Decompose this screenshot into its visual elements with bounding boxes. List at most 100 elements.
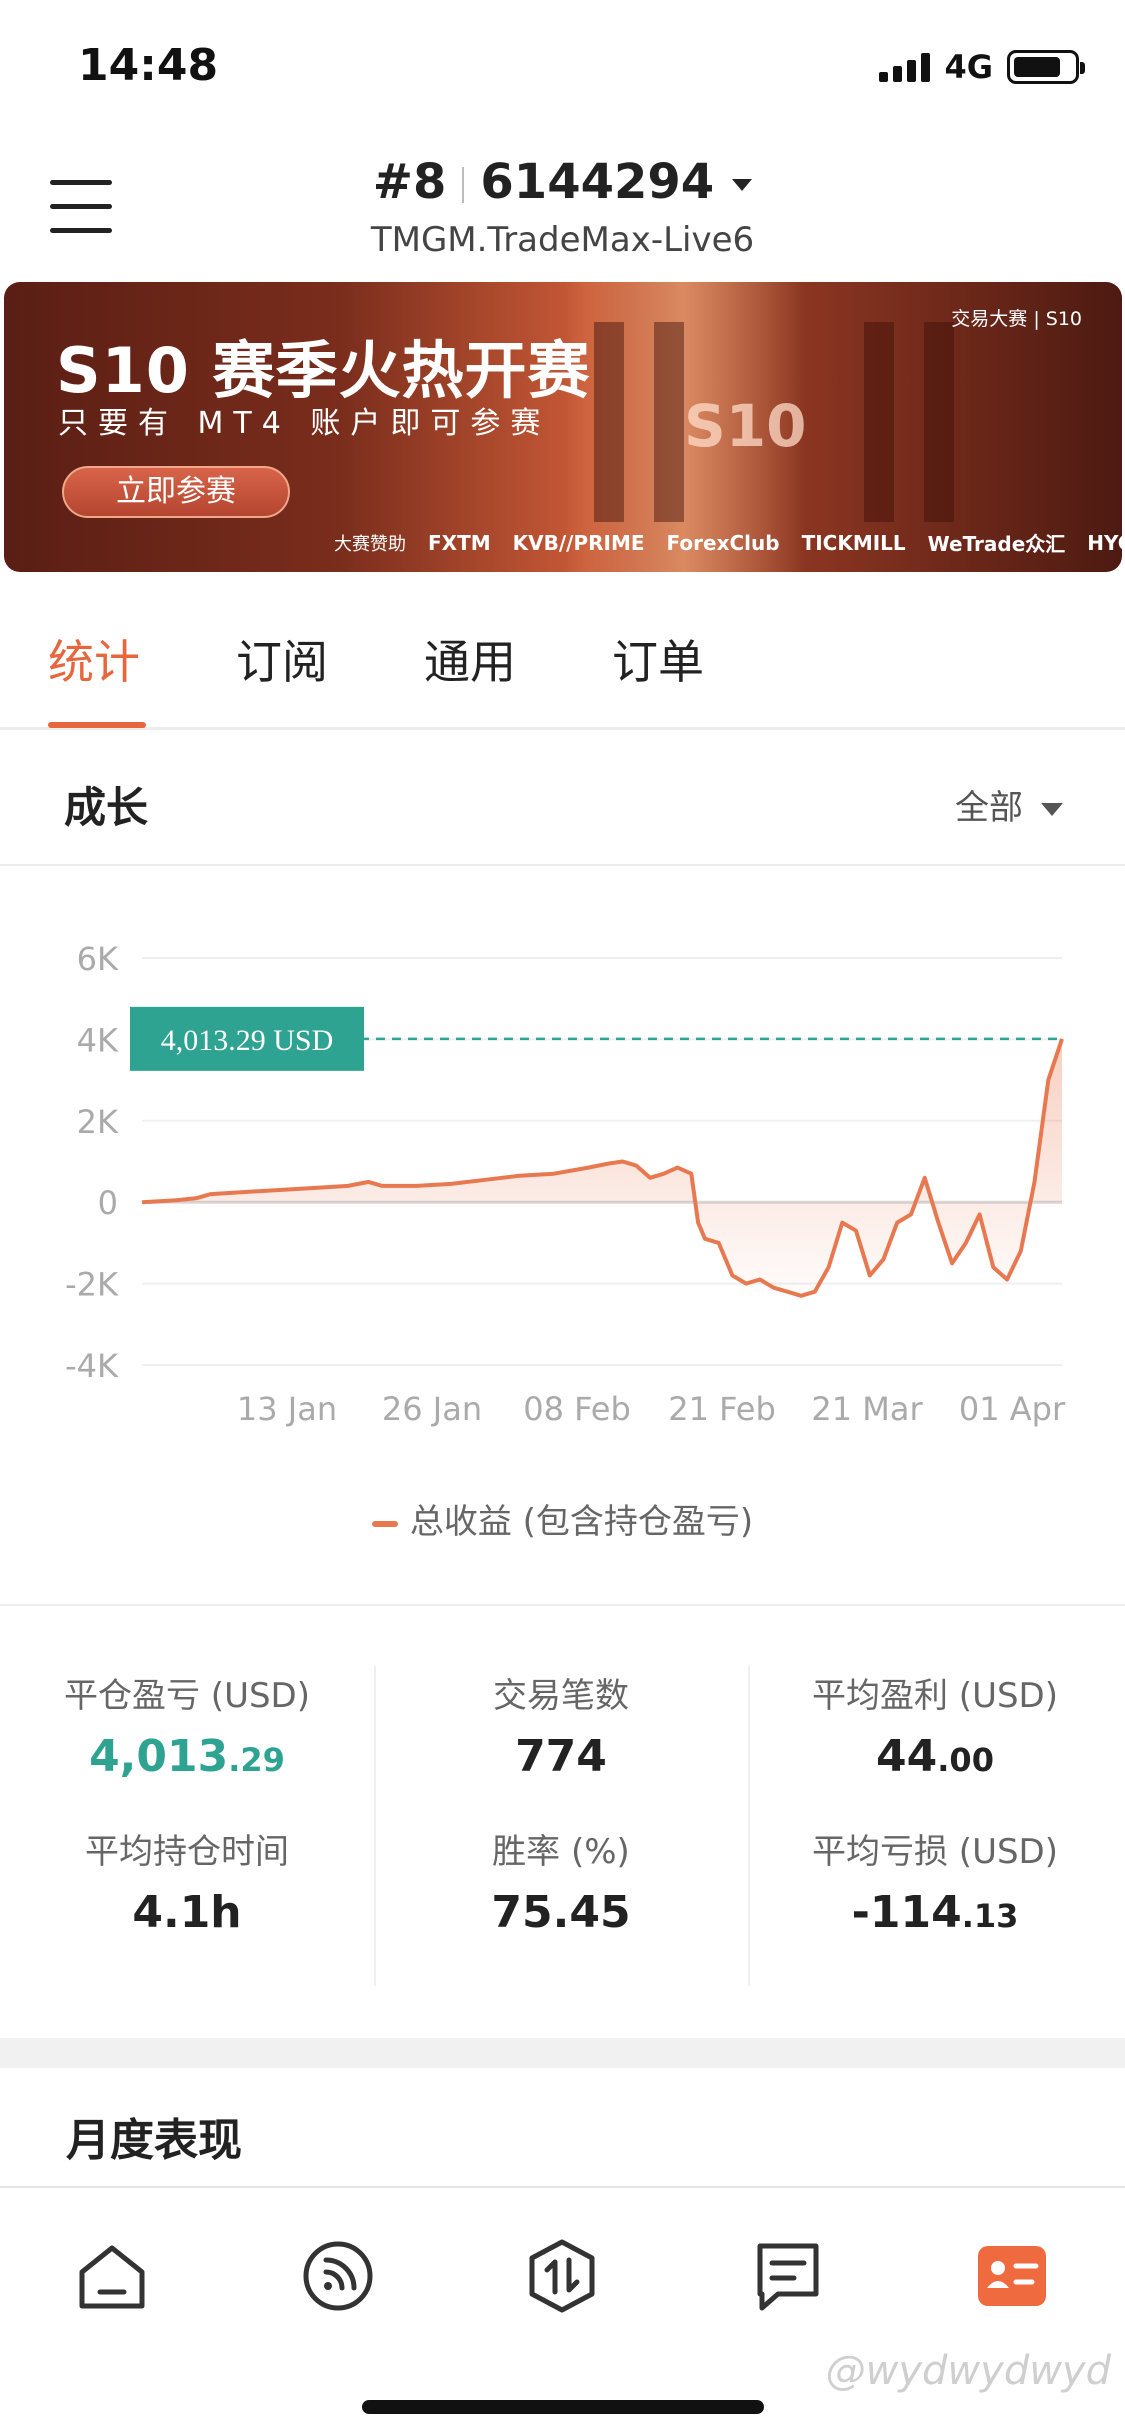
- sponsor-logo: ForexClub: [666, 530, 780, 555]
- stat-value-dec: .00: [937, 1741, 994, 1779]
- message-icon: [757, 2243, 819, 2311]
- monthly-section: 月度表现: [0, 2068, 1125, 2188]
- stat-value: 4,013.29: [0, 1731, 374, 1782]
- nav-feed[interactable]: [298, 2236, 378, 2316]
- sponsor-label: 大赛赞助: [334, 533, 406, 555]
- home-icon: [79, 2245, 145, 2309]
- status-indicators: 4G: [879, 48, 1085, 86]
- stat-avg-hold-time: 平均持仓时间 4.1h: [0, 1824, 374, 1938]
- trade-icon: [529, 2239, 595, 2313]
- bottom-nav: [0, 2186, 1125, 2436]
- stat-value-int: -114: [851, 1887, 962, 1938]
- stat-win-rate: 胜率 (%) 75.45: [374, 1824, 748, 1938]
- network-type: 4G: [944, 48, 993, 86]
- app-header: #8 6144294 TMGM.TradeMax-Live6: [0, 140, 1125, 270]
- sponsor-logo: WeTrade众汇: [927, 532, 1066, 556]
- x-tick-label: 21 Feb: [668, 1390, 776, 1428]
- stat-label: 平均持仓时间: [85, 1832, 289, 1872]
- tab-stats[interactable]: 统计: [48, 626, 140, 692]
- account-id: 6144294: [480, 154, 715, 210]
- y-tick-label: 2K: [77, 1103, 119, 1141]
- stat-value-int: 4,013: [89, 1731, 229, 1782]
- x-tick-label: 26 Jan: [382, 1390, 482, 1428]
- period-filter-label: 全部: [955, 788, 1023, 828]
- battery-icon: [1007, 50, 1085, 84]
- stat-value-int: 774: [515, 1731, 607, 1782]
- legend-label: 总收益 (包含持仓盈亏): [409, 1502, 754, 1542]
- period-filter[interactable]: 全部: [955, 780, 1063, 829]
- stat-avg-profit: 平均盈利 (USD) 44.00: [748, 1668, 1122, 1782]
- banner-pillar: [924, 322, 954, 522]
- stat-trade-count: 交易笔数 774: [374, 1668, 748, 1782]
- y-tick-label: 6K: [77, 940, 119, 978]
- chart-legend: 总收益 (包含持仓盈亏): [0, 1494, 1125, 1543]
- server-name: TMGM.TradeMax-Live6: [370, 220, 755, 260]
- growth-title: 成长: [64, 783, 149, 832]
- stat-avg-loss: 平均亏损 (USD) -114.13: [748, 1824, 1122, 1938]
- nav-trade[interactable]: [522, 2236, 602, 2316]
- home-indicator[interactable]: [362, 2400, 764, 2414]
- banner-season-text: S10: [684, 392, 807, 460]
- growth-section-header: 成长 全部: [0, 736, 1125, 866]
- x-tick-label: 21 Mar: [811, 1390, 923, 1428]
- rank-label: #8: [372, 154, 447, 210]
- tab-bar: 统计 订阅 通用 订单: [0, 580, 1125, 730]
- stat-value-int: 4.1h: [132, 1887, 242, 1938]
- stats-panel: 平仓盈亏 (USD) 4,013.29 交易笔数 774 平均盈利 (USD) …: [0, 1604, 1125, 2040]
- stat-closed-pnl: 平仓盈亏 (USD) 4,013.29: [0, 1668, 374, 1782]
- y-tick-label: 4K: [77, 1021, 119, 1059]
- stat-value-int: 75.45: [491, 1887, 631, 1938]
- y-tick-label: -4K: [65, 1347, 119, 1385]
- y-tick-label: -2K: [65, 1266, 119, 1304]
- stat-value: -114.13: [748, 1887, 1122, 1938]
- promo-banner[interactable]: S10 赛季火热开赛 只要有 MT4 账户即可参赛 立即参赛 S10 交易大赛 …: [4, 282, 1122, 572]
- sponsor-logo: TICKMILL: [801, 530, 906, 555]
- sponsor-logo: HYCM: [1087, 530, 1122, 555]
- stat-label: 胜率 (%): [492, 1832, 630, 1872]
- section-spacer: [0, 2038, 1125, 2068]
- x-tick-label: 01 Apr: [959, 1390, 1066, 1428]
- sponsor-logo: FXTM: [428, 530, 491, 555]
- watermark: @wydwydwyd: [825, 2348, 1111, 2394]
- stat-value-int: 44: [876, 1731, 938, 1782]
- join-contest-button[interactable]: 立即参赛: [62, 466, 290, 518]
- stat-value: 44.00: [748, 1731, 1122, 1782]
- banner-title: S10 赛季火热开赛: [56, 334, 591, 407]
- active-tab-indicator: [48, 722, 146, 728]
- sponsor-logo: KVB//PRIME: [512, 530, 645, 555]
- separator: [462, 167, 465, 203]
- chevron-down-icon: [732, 179, 753, 191]
- banner-pillar: [594, 322, 624, 522]
- signal-icon: [879, 52, 931, 82]
- legend-swatch: [371, 1520, 398, 1527]
- nav-profile[interactable]: [972, 2236, 1052, 2316]
- banner-brand: 交易大赛 | S10: [951, 308, 1082, 330]
- tab-subscribe[interactable]: 订阅: [236, 626, 328, 692]
- growth-chart[interactable]: 6K 4K 2K 0 -2K -4K 13 Jan 26 Jan 08 Feb 21 Feb 21 …: [0, 900, 1125, 1460]
- nav-home[interactable]: [72, 2236, 152, 2316]
- x-tick-label: 08 Feb: [523, 1390, 631, 1428]
- stat-value-dec: .29: [228, 1741, 285, 1779]
- current-value-label: 4,013.29 USD: [161, 1024, 334, 1057]
- caret-down-icon: [1041, 803, 1063, 816]
- x-tick-label: 13 Jan: [237, 1390, 337, 1428]
- monthly-title: 月度表现: [66, 2115, 242, 2166]
- banner-subtitle: 只要有 MT4 账户即可参赛: [58, 406, 551, 441]
- y-tick-label: 0: [98, 1184, 118, 1222]
- stat-label: 平均盈利 (USD): [812, 1676, 1058, 1716]
- stat-value: 774: [374, 1731, 748, 1782]
- status-time: 14:48: [78, 40, 219, 91]
- stat-value: 75.45: [374, 1887, 748, 1938]
- stat-label: 平均亏损 (USD): [812, 1832, 1058, 1872]
- status-bar: 14:48 4G: [0, 0, 1125, 130]
- stat-label: 平仓盈亏 (USD): [64, 1676, 310, 1716]
- tab-general[interactable]: 通用: [424, 626, 516, 692]
- stat-value-dec: .13: [961, 1897, 1019, 1935]
- growth-chart-svg: 6K 4K 2K 0 -2K -4K 13 Jan 26 Jan 08 Feb 21 Feb 21 …: [65, 940, 1066, 1428]
- account-selector[interactable]: #8 6144294: [0, 154, 1125, 210]
- profile-icon: [978, 2246, 1046, 2306]
- stat-value: 4.1h: [0, 1887, 374, 1938]
- banner-pillar: [864, 322, 894, 522]
- nav-messages[interactable]: [748, 2236, 828, 2316]
- tab-orders[interactable]: 订单: [612, 626, 704, 692]
